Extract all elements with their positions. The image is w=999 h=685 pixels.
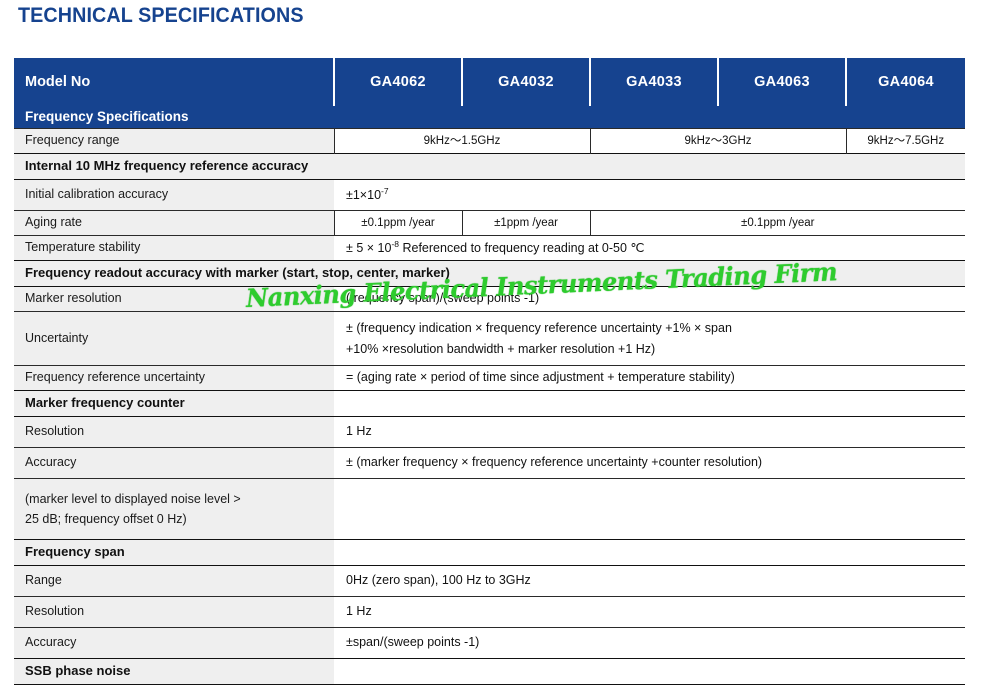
table-row-aging-rate: Aging rate ±0.1ppm /year ±1ppm /year ±0.… <box>14 210 965 236</box>
table-row-counter-accuracy: Accuracy ± (marker frequency × frequency… <box>14 447 965 479</box>
section-internal-10mhz-reference-accuracy: Internal 10 MHz frequency reference accu… <box>14 153 965 180</box>
note-line-1: (marker level to displayed noise level > <box>25 491 241 506</box>
section-label: Frequency span <box>14 539 334 566</box>
row-label: Aging rate <box>14 210 334 236</box>
section-ssb-phase-noise: SSB phase noise <box>14 658 965 685</box>
cell-uncertainty: ± (frequency indication × frequency refe… <box>334 311 965 366</box>
section-blank-area <box>334 390 965 417</box>
row-label: Range <box>14 565 334 597</box>
uncertainty-line-2: +10% ×resolution bandwidth + marker reso… <box>346 342 656 356</box>
row-label: Uncertainty <box>14 311 334 366</box>
cell-span-accuracy: ±span/(sweep points -1) <box>334 627 965 659</box>
row-label: Accuracy <box>14 447 334 479</box>
value-text-prefix: ± 5 × 10 <box>346 241 392 256</box>
cell-frequency-reference-uncertainty: = (aging rate × period of time since adj… <box>334 365 965 391</box>
section-label: Frequency readout accuracy with marker (… <box>14 260 965 287</box>
table-row-uncertainty: Uncertainty ± (frequency indication × fr… <box>14 311 965 366</box>
table-header-row: Model No GA4062 GA4032 GA4033 GA4063 GA4… <box>14 58 965 106</box>
table-row-span-resolution: Resolution 1 Hz <box>14 596 965 628</box>
value-text-suffix: Referenced to frequency reading at 0-50 … <box>399 241 645 256</box>
header-model-ga4033: GA4033 <box>590 58 719 106</box>
section-band-label: Frequency Specifications <box>14 106 965 129</box>
header-model-ga4064: GA4064 <box>846 58 965 106</box>
specifications-table-container: Model No GA4062 GA4032 GA4033 GA4063 GA4… <box>14 58 965 685</box>
cell-counter-accuracy: ± (marker frequency × frequency referenc… <box>334 447 965 479</box>
cell-span-range: 0Hz (zero span), 100 Hz to 3GHz <box>334 565 965 597</box>
row-label: Frequency reference uncertainty <box>14 365 334 391</box>
header-model-ga4032: GA4032 <box>462 58 591 106</box>
header-model-no: Model No <box>14 58 335 106</box>
row-label: Resolution <box>14 416 334 448</box>
section-frequency-readout-accuracy: Frequency readout accuracy with marker (… <box>14 260 965 287</box>
section-marker-frequency-counter: Marker frequency counter <box>14 390 965 417</box>
table-row-frequency-range: Frequency range 9kHz～1.5GHz 9kHz～3GHz 9k… <box>14 128 965 154</box>
table-row-marker-level-note: (marker level to displayed noise level >… <box>14 478 965 540</box>
section-band-frequency-specifications: Frequency Specifications <box>14 106 965 129</box>
row-label: Temperature stability <box>14 235 334 261</box>
cell-aging-rate-1: ±0.1ppm /year <box>333 210 462 236</box>
cell-initial-calibration-accuracy: ±1×10-7 <box>334 179 965 211</box>
header-model-ga4063: GA4063 <box>718 58 847 106</box>
cell-frequency-range-1: 9kHz～1.5GHz <box>333 128 590 154</box>
row-label: Accuracy <box>14 627 334 659</box>
section-blank-area <box>334 658 965 685</box>
table-row-temperature-stability: Temperature stability ± 5 × 10-8 Referen… <box>14 235 965 261</box>
section-frequency-span: Frequency span <box>14 539 965 566</box>
row-label: Initial calibration accuracy <box>14 179 334 211</box>
cell-marker-resolution: (frequency span)/(sweep points -1) <box>334 286 965 312</box>
header-model-ga4062: GA4062 <box>334 58 463 106</box>
value-exponent: -8 <box>391 239 399 250</box>
uncertainty-line-1: ± (frequency indication × frequency refe… <box>346 320 732 335</box>
cell-aging-rate-3: ±0.1ppm /year <box>589 210 965 236</box>
table-row-span-accuracy: Accuracy ±span/(sweep points -1) <box>14 627 965 659</box>
section-blank-area <box>334 539 965 566</box>
cell-frequency-range-2: 9kHz～3GHz <box>589 128 846 154</box>
table-row-initial-calibration-accuracy: Initial calibration accuracy ±1×10-7 <box>14 179 965 211</box>
row-label: Marker resolution <box>14 286 334 312</box>
page-title: TECHNICAL SPECIFICATIONS <box>18 4 304 27</box>
cell-temperature-stability: ± 5 × 10-8 Referenced to frequency readi… <box>334 235 965 261</box>
table-row-frequency-reference-uncertainty: Frequency reference uncertainty = (aging… <box>14 365 965 391</box>
note-line-2: 25 dB; frequency offset 0 Hz) <box>25 512 187 526</box>
section-label: Marker frequency counter <box>14 390 334 417</box>
table-row-counter-resolution: Resolution 1 Hz <box>14 416 965 448</box>
table-row-span-range: Range 0Hz (zero span), 100 Hz to 3GHz <box>14 565 965 597</box>
row-label: Frequency range <box>14 128 334 154</box>
cell-span-resolution: 1 Hz <box>334 596 965 628</box>
value-exponent: -7 <box>381 186 389 197</box>
section-label: SSB phase noise <box>14 658 334 685</box>
value-text: ±1×10 <box>346 188 382 203</box>
cell-marker-level-note-empty <box>334 478 965 540</box>
row-label: Resolution <box>14 596 334 628</box>
specifications-table: Model No GA4062 GA4032 GA4033 GA4063 GA4… <box>14 58 965 685</box>
section-label: Internal 10 MHz frequency reference accu… <box>14 153 965 180</box>
cell-aging-rate-2: ±1ppm /year <box>461 210 590 236</box>
table-row-marker-resolution: Marker resolution (frequency span)/(swee… <box>14 286 965 312</box>
cell-frequency-range-3: 9kHz～7.5GHz <box>845 128 965 154</box>
cell-counter-resolution: 1 Hz <box>334 416 965 448</box>
row-label: (marker level to displayed noise level >… <box>14 478 334 540</box>
